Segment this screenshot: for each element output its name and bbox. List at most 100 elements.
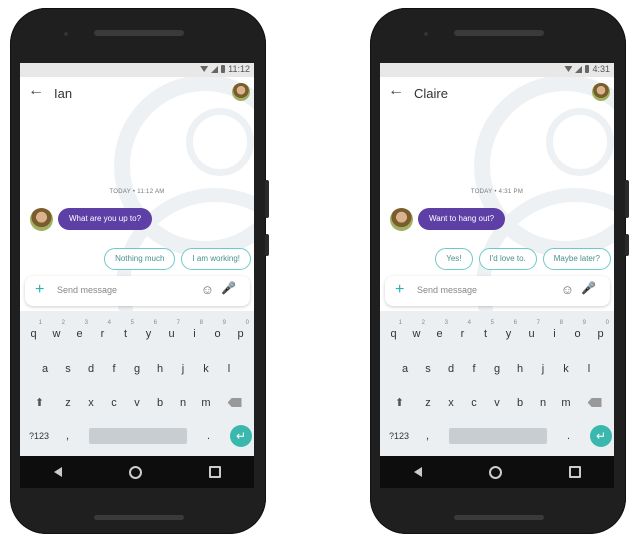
space-bar[interactable] — [449, 428, 547, 444]
key[interactable]: q1 — [382, 320, 405, 347]
suggestion-chip[interactable]: Nothing much — [104, 248, 176, 270]
conversation-header: ← Claire — [380, 77, 614, 109]
symbols-key[interactable]: ?123 — [22, 423, 56, 449]
key[interactable]: z — [57, 390, 80, 416]
key[interactable]: d — [440, 356, 463, 382]
key[interactable]: w2 — [405, 320, 428, 347]
status-bar: 4:31 — [380, 63, 614, 77]
comma-key[interactable]: , — [416, 423, 439, 449]
contact-avatar[interactable] — [232, 83, 250, 101]
suggestion-chip[interactable]: Maybe later? — [542, 248, 611, 270]
emoji-icon[interactable]: ☺ — [561, 282, 574, 297]
key[interactable]: n — [172, 390, 195, 416]
nav-recents-icon[interactable] — [568, 466, 581, 478]
nav-back-icon[interactable] — [53, 467, 62, 477]
microphone-icon[interactable]: 🎤 — [581, 281, 596, 295]
key[interactable]: s — [417, 356, 440, 382]
message-input[interactable]: Send message — [417, 285, 477, 295]
message-timestamp: TODAY • 4:31 PM — [470, 189, 524, 195]
key[interactable]: z — [417, 390, 440, 416]
nav-back-icon[interactable] — [413, 467, 422, 477]
key[interactable]: e3 — [68, 320, 91, 347]
key[interactable]: h — [509, 356, 532, 382]
key[interactable]: b — [509, 390, 532, 416]
message-input[interactable]: Send message — [57, 285, 117, 295]
key[interactable]: r4 — [451, 320, 474, 347]
key[interactable]: t5 — [474, 320, 497, 347]
period-key[interactable]: . — [557, 423, 580, 449]
key[interactable]: a — [394, 356, 417, 382]
key[interactable]: y6 — [497, 320, 520, 347]
key[interactable]: c — [463, 390, 486, 416]
arrow-left-icon[interactable]: ← — [28, 82, 44, 100]
battery-icon — [221, 65, 226, 73]
microphone-icon[interactable]: 🎤 — [221, 281, 236, 295]
nav-home-icon[interactable] — [488, 465, 502, 479]
key[interactable]: j — [532, 356, 555, 382]
key[interactable]: u7 — [520, 320, 543, 347]
key[interactable]: v — [126, 390, 149, 416]
contact-avatar[interactable] — [592, 83, 610, 101]
key[interactable]: l — [218, 356, 241, 382]
key[interactable]: t5 — [114, 320, 137, 347]
bottom-speaker — [454, 515, 544, 520]
key[interactable]: g — [486, 356, 509, 382]
shift-icon[interactable]: ⬆ — [383, 390, 417, 416]
key[interactable]: o9 — [206, 320, 229, 347]
period-key[interactable]: . — [197, 423, 220, 449]
key[interactable]: g — [126, 356, 149, 382]
compose-bar: + Send message ☺ 🎤 — [25, 276, 250, 306]
suggestion-chip[interactable]: I'd love to. — [478, 248, 537, 270]
key[interactable]: d — [80, 356, 103, 382]
arrow-left-icon[interactable]: ← — [388, 82, 404, 100]
key[interactable]: p0 — [229, 320, 252, 347]
key[interactable]: l — [578, 356, 601, 382]
suggestion-chip[interactable]: I am working! — [181, 248, 251, 270]
backspace-icon[interactable] — [578, 390, 612, 416]
key[interactable]: r4 — [91, 320, 114, 347]
backspace-icon[interactable] — [218, 390, 252, 416]
phone-left: 11:12 ← Ian TODAY • 11:12 AM What are yo… — [10, 8, 269, 534]
key[interactable]: i8 — [543, 320, 566, 347]
key[interactable]: o9 — [566, 320, 589, 347]
key[interactable]: a — [34, 356, 57, 382]
key[interactable]: k — [555, 356, 578, 382]
symbols-key[interactable]: ?123 — [382, 423, 416, 449]
key[interactable]: y6 — [137, 320, 160, 347]
key[interactable]: x — [440, 390, 463, 416]
emoji-icon[interactable]: ☺ — [201, 282, 214, 297]
key[interactable]: v — [486, 390, 509, 416]
key[interactable]: k — [195, 356, 218, 382]
key[interactable]: u7 — [160, 320, 183, 347]
nav-home-icon[interactable] — [128, 465, 142, 479]
key[interactable]: h — [149, 356, 172, 382]
key[interactable]: w2 — [45, 320, 68, 347]
key[interactable]: m — [555, 390, 578, 416]
key[interactable]: x — [80, 390, 103, 416]
shift-icon[interactable]: ⬆ — [23, 390, 57, 416]
comma-key[interactable]: , — [56, 423, 79, 449]
key[interactable]: n — [532, 390, 555, 416]
plus-icon[interactable]: + — [395, 281, 404, 299]
key[interactable]: j — [172, 356, 195, 382]
key[interactable]: f — [463, 356, 486, 382]
background-decoration — [546, 108, 614, 176]
keyboard: q1 w2 e3 r4 t5 y6 u7 i8 o9 p0 a s d f g … — [380, 311, 614, 456]
suggestion-chip[interactable]: Yes! — [435, 248, 473, 270]
key[interactable]: m — [195, 390, 218, 416]
key[interactable]: f — [103, 356, 126, 382]
key[interactable]: q1 — [22, 320, 45, 347]
nav-recents-icon[interactable] — [208, 466, 221, 478]
enter-icon[interactable]: ↵ — [230, 425, 252, 447]
space-bar[interactable] — [89, 428, 187, 444]
plus-icon[interactable]: + — [35, 281, 44, 299]
key[interactable]: p0 — [589, 320, 612, 347]
key[interactable]: e3 — [428, 320, 451, 347]
bottom-speaker — [94, 515, 184, 520]
key[interactable]: i8 — [183, 320, 206, 347]
key[interactable]: s — [57, 356, 80, 382]
enter-icon[interactable]: ↵ — [590, 425, 612, 447]
key[interactable]: c — [103, 390, 126, 416]
contact-name: Claire — [414, 86, 448, 101]
key[interactable]: b — [149, 390, 172, 416]
